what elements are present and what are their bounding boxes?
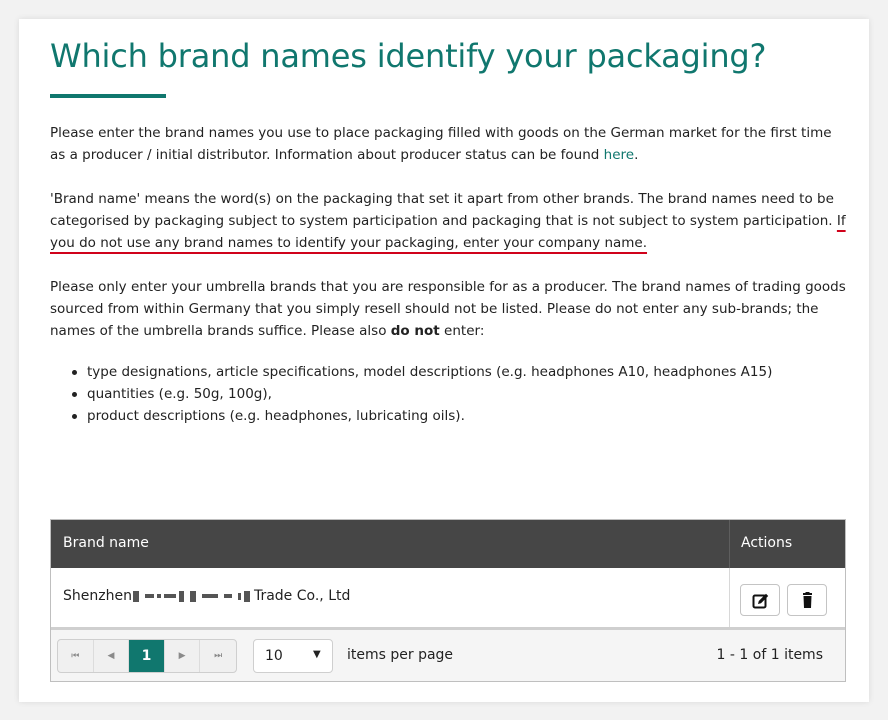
brand-names-grid: Brand name Actions Shenzhen Trade Co., L…: [50, 519, 846, 682]
first-page-button[interactable]: ⏮: [58, 640, 94, 672]
items-per-page-label: items per page: [347, 647, 454, 663]
pager: ⏮ ◀ 1 ▶ ⏭ 10 ▼ items per page 1 - 1 of 1…: [51, 630, 845, 681]
last-page-button[interactable]: ⏭: [200, 640, 236, 672]
prev-page-button[interactable]: ◀: [94, 640, 130, 672]
list-item: product descriptions (e.g. headphones, l…: [50, 405, 846, 427]
pager-info: 1 - 1 of 1 items: [716, 647, 823, 663]
brand-names-card: Which brand names identify your packagin…: [19, 19, 869, 702]
edit-button[interactable]: [740, 584, 780, 616]
title-underline: [50, 94, 166, 98]
intro-paragraph-2: 'Brand name' means the word(s) on the pa…: [50, 191, 846, 251]
redacted-text: [132, 590, 250, 602]
page-size-value: 10: [265, 648, 283, 664]
chevron-down-icon: ▼: [313, 649, 321, 660]
list-item: quantities (e.g. 50g, 100g),: [50, 383, 846, 405]
column-header-brand-name[interactable]: Brand name: [63, 535, 149, 551]
page-title: Which brand names identify your packagin…: [50, 37, 767, 75]
next-page-icon: ▶: [178, 651, 186, 661]
page-1-button[interactable]: 1: [129, 640, 165, 672]
column-header-actions: Actions: [741, 535, 793, 551]
brand-name-cell: Shenzhen Trade Co., Ltd: [63, 588, 351, 604]
first-page-icon: ⏮: [71, 651, 80, 661]
table-row: Shenzhen Trade Co., Ltd: [51, 568, 845, 630]
intro-paragraph-1: Please enter the brand names you use to …: [50, 125, 832, 163]
delete-button[interactable]: [787, 584, 827, 616]
column-divider: [729, 520, 730, 568]
producer-status-link[interactable]: here: [604, 147, 634, 163]
grid-header: Brand name Actions: [51, 520, 845, 568]
prev-page-icon: ◀: [107, 651, 115, 661]
instructions: Please enter the brand names you use to …: [50, 122, 846, 427]
column-divider: [729, 568, 730, 627]
do-not-enter-list: type designations, article specification…: [50, 361, 846, 427]
pager-nav: ⏮ ◀ 1 ▶ ⏭: [57, 639, 237, 673]
page-size-select[interactable]: 10 ▼: [253, 639, 333, 673]
next-page-button[interactable]: ▶: [165, 640, 201, 672]
trash-icon: [803, 592, 812, 608]
edit-icon: [752, 593, 769, 609]
do-not-emphasis: do not: [390, 323, 440, 339]
last-page-icon: ⏭: [214, 651, 223, 661]
intro-paragraph-3: Please only enter your umbrella brands t…: [50, 279, 846, 339]
list-item: type designations, article specification…: [50, 361, 846, 383]
